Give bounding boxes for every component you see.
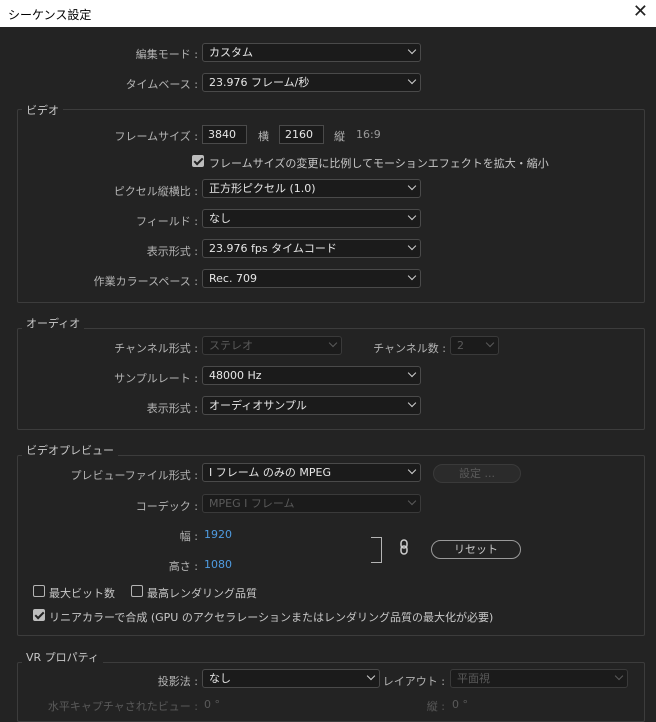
audio-display-format-value: オーディオサンプル: [209, 399, 307, 412]
channel-format-select: ステレオ: [202, 336, 342, 355]
preview-file-format-select[interactable]: I フレーム のみの MPEG: [202, 463, 421, 482]
dialog-body: 編集モード : カスタム タイムベース : 23.976 フレーム/秒 ビデオ …: [0, 27, 656, 722]
preview-settings-button: 設定 ...: [433, 464, 521, 483]
preview-height-value[interactable]: 1080: [204, 558, 232, 571]
preview-height-label: 高さ :: [168, 560, 198, 573]
layout-label: レイアウト :: [382, 675, 445, 688]
chevron-down-icon: [407, 465, 417, 475]
window-title: シーケンス設定: [8, 8, 92, 22]
sample-rate-select[interactable]: 48000 Hz: [202, 366, 421, 385]
chevron-down-icon: [407, 496, 417, 506]
vr-section-title: VR プロパティ: [22, 649, 104, 665]
reset-button[interactable]: リセット: [431, 540, 521, 559]
layout-select: 平面視: [450, 669, 628, 688]
chevron-down-icon: [407, 398, 417, 408]
audio-section-title: オーディオ: [22, 315, 85, 331]
aspect-ratio-text: 16:9: [356, 128, 381, 141]
video-display-format-value: 23.976 fps タイムコード: [209, 242, 337, 255]
scale-motion-label[interactable]: フレームサイズの変更に比例してモーションエフェクトを拡大・縮小: [209, 155, 549, 171]
projection-select[interactable]: なし: [202, 669, 380, 688]
preview-width-label: 幅 :: [179, 530, 198, 543]
v-fov-value: 0 °: [452, 698, 468, 711]
scale-motion-checkbox[interactable]: [192, 155, 204, 167]
edit-mode-label: 編集モード :: [135, 48, 198, 61]
color-space-select[interactable]: Rec. 709: [202, 269, 421, 288]
frame-width-unit: 横: [258, 130, 269, 143]
preview-width-value[interactable]: 1920: [204, 528, 232, 541]
pixel-aspect-value: 正方形ピクセル (1.0): [209, 182, 316, 195]
h-fov-label: 水平キャプチャされたビュー :: [47, 700, 198, 713]
link-bracket: [371, 537, 382, 563]
projection-value: なし: [209, 672, 231, 685]
frame-width-field[interactable]: 3840: [202, 125, 247, 144]
edit-mode-value: カスタム: [209, 46, 253, 59]
fields-value: なし: [209, 212, 231, 225]
color-space-label: 作業カラースペース :: [93, 275, 198, 288]
fields-label: フィールド :: [136, 215, 198, 228]
linear-color-checkbox[interactable]: [33, 609, 45, 621]
chevron-down-icon: [485, 338, 495, 348]
edit-mode-select[interactable]: カスタム: [202, 43, 421, 62]
channels-select: 2: [450, 336, 499, 355]
chain-link-icon[interactable]: [399, 539, 409, 555]
preview-file-format-label: プレビューファイル形式 :: [70, 469, 198, 482]
h-fov-value: 0 °: [204, 698, 220, 711]
pixel-aspect-select[interactable]: 正方形ピクセル (1.0): [202, 179, 421, 198]
chevron-down-icon: [407, 75, 417, 85]
timebase-label: タイムベース :: [125, 78, 198, 91]
pixel-aspect-label: ピクセル縦横比 :: [113, 185, 198, 198]
fields-select[interactable]: なし: [202, 209, 421, 228]
chevron-down-icon: [407, 211, 417, 221]
channel-format-label: チャンネル形式 :: [114, 342, 198, 355]
video-display-format-label: 表示形式 :: [146, 245, 198, 258]
frame-height-field[interactable]: 2160: [279, 125, 324, 144]
sample-rate-value: 48000 Hz: [209, 369, 262, 382]
chevron-down-icon: [614, 671, 624, 681]
video-display-format-select[interactable]: 23.976 fps タイムコード: [202, 239, 421, 258]
channel-format-value: ステレオ: [209, 339, 253, 352]
chevron-down-icon: [407, 271, 417, 281]
chevron-down-icon: [407, 241, 417, 251]
frame-size-label: フレームサイズ :: [114, 130, 198, 143]
codec-value: MPEG I フレーム: [209, 497, 295, 510]
chevron-down-icon: [407, 368, 417, 378]
layout-value: 平面視: [457, 672, 490, 685]
chevron-down-icon: [407, 45, 417, 55]
max-bit-depth-checkbox[interactable]: [33, 585, 45, 597]
linear-color-label[interactable]: リニアカラーで合成 (GPU のアクセラレーションまたはレンダリング品質の最大化…: [49, 609, 493, 625]
audio-display-format-label: 表示形式 :: [146, 402, 198, 415]
video-section-title: ビデオ: [22, 102, 63, 118]
max-render-quality-checkbox[interactable]: [131, 585, 143, 597]
projection-label: 投影法 :: [157, 675, 198, 688]
timebase-value: 23.976 フレーム/秒: [209, 76, 310, 89]
color-space-value: Rec. 709: [209, 272, 257, 285]
v-fov-label: 縦 :: [426, 700, 445, 713]
channels-value: 2: [457, 339, 464, 352]
preview-file-format-value: I フレーム のみの MPEG: [209, 466, 332, 479]
max-bit-depth-label[interactable]: 最大ビット数: [49, 585, 115, 601]
timebase-select[interactable]: 23.976 フレーム/秒: [202, 73, 421, 92]
close-icon[interactable]: ✕: [633, 3, 648, 21]
audio-display-format-select[interactable]: オーディオサンプル: [202, 396, 421, 415]
codec-select: MPEG I フレーム: [202, 494, 421, 513]
chevron-down-icon: [407, 181, 417, 191]
max-render-quality-label[interactable]: 最高レンダリング品質: [147, 585, 257, 601]
codec-label: コーデック :: [135, 500, 198, 513]
title-bar: シーケンス設定 ✕: [0, 0, 656, 27]
sample-rate-label: サンプルレート :: [114, 372, 198, 385]
channels-label: チャンネル数 :: [373, 342, 446, 355]
video-preview-section-title: ビデオプレビュー: [22, 442, 118, 458]
frame-height-unit: 縦: [334, 130, 345, 143]
chevron-down-icon: [328, 338, 338, 348]
chevron-down-icon: [366, 671, 376, 681]
